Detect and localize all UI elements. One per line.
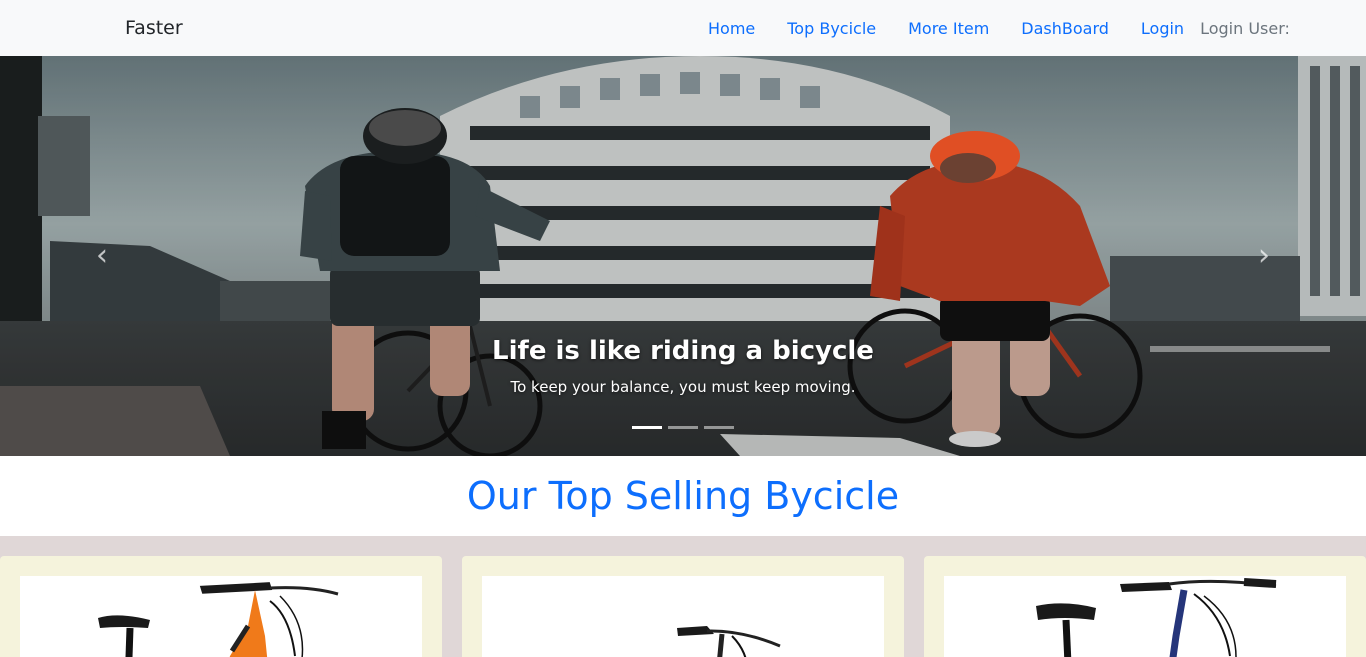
section-title: Our Top Selling Bycicle — [466, 474, 900, 518]
navbar: Faster Home Top Bycicle More Item DashBo… — [0, 0, 1366, 56]
hero-title: Life is like riding a bicycle — [492, 336, 874, 366]
products-grid — [0, 536, 1366, 657]
product-card[interactable] — [0, 556, 442, 657]
nav-top-bicycle-link[interactable]: Top Bycicle — [771, 19, 892, 38]
login-user-label: Login User: — [1200, 18, 1290, 38]
carousel-indicators — [632, 426, 734, 429]
carousel-indicator-3[interactable] — [704, 426, 734, 429]
brand-logo[interactable]: Faster — [125, 17, 183, 39]
nav-home-link[interactable]: Home — [692, 19, 771, 38]
product-image — [20, 576, 422, 657]
nav-login-link[interactable]: Login — [1125, 19, 1200, 38]
hero-subtitle: To keep your balance, you must keep movi… — [510, 378, 856, 396]
nav-more-item-link[interactable]: More Item — [892, 19, 1005, 38]
product-image — [944, 576, 1346, 657]
bicycle-image — [98, 582, 339, 657]
product-image — [482, 576, 884, 657]
hero-image — [0, 56, 1366, 456]
bicycle-image — [677, 626, 781, 657]
hero-carousel: ‹ › Life is like riding a bicycle To kee… — [0, 56, 1366, 456]
carousel-indicator-1[interactable] — [632, 426, 662, 429]
nav-links: Home Top Bycicle More Item DashBoard Log… — [692, 0, 1290, 56]
product-card[interactable] — [462, 556, 904, 657]
bicycle-image — [1036, 578, 1277, 657]
product-card[interactable] — [924, 556, 1366, 657]
carousel-next-icon[interactable]: › — [1244, 236, 1284, 276]
carousel-prev-icon[interactable]: ‹ — [82, 236, 122, 276]
nav-dashboard-link[interactable]: DashBoard — [1005, 19, 1125, 38]
carousel-indicator-2[interactable] — [668, 426, 698, 429]
